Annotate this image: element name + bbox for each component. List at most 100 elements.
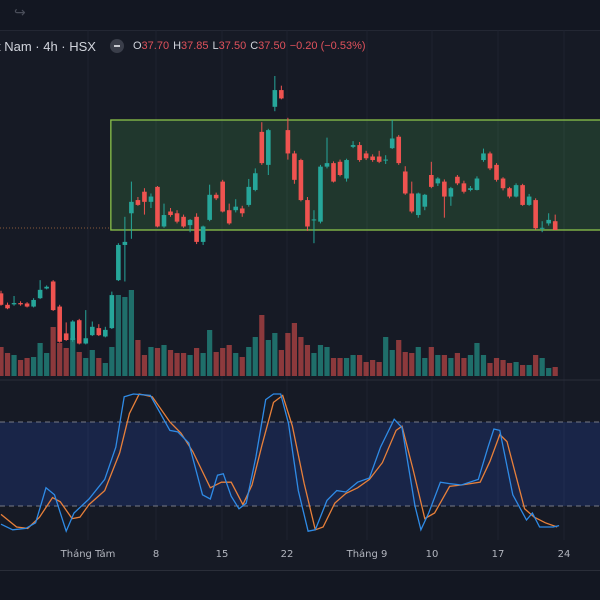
range-box <box>110 119 600 231</box>
volume-bar <box>383 337 389 376</box>
candle-body <box>402 171 408 194</box>
candle-body <box>533 200 538 229</box>
candle-body <box>539 227 545 229</box>
ohlc-close: C37.50 <box>250 40 286 52</box>
candle-body <box>50 281 56 311</box>
hide-indicator-icon[interactable] <box>109 39 124 53</box>
candle-body <box>239 208 245 214</box>
candle-body <box>285 130 291 154</box>
candle-body <box>357 145 362 161</box>
symbol-title[interactable]: t Nam · 4h · HSX <box>0 39 96 54</box>
candle-body <box>507 188 512 197</box>
volume-bar <box>233 353 239 376</box>
candle-body <box>350 145 356 147</box>
volume-bar <box>194 348 200 376</box>
volume-bar <box>226 345 232 376</box>
candle-body <box>474 178 480 190</box>
candle-body <box>226 210 232 224</box>
candle-body <box>168 211 173 216</box>
candle-body <box>272 90 278 107</box>
volume-bar <box>461 358 467 376</box>
volume-bar <box>396 340 402 376</box>
volume-bar <box>37 343 43 376</box>
volume-bar <box>200 353 206 376</box>
volume-bar <box>539 358 545 376</box>
volume-bar <box>135 340 141 376</box>
candle-body <box>213 194 219 199</box>
candle-body <box>37 289 43 299</box>
time-tick: Tháng 9 <box>346 549 388 560</box>
volume-bar <box>128 290 134 376</box>
volume-bar <box>435 355 441 376</box>
candle-body <box>331 163 336 182</box>
time-axis[interactable]: Tháng Tám 8 15 22 Tháng 9 10 17 24 <box>0 540 600 571</box>
ohlc-high: H37.85 <box>173 40 209 52</box>
candle-body <box>513 185 519 197</box>
candle-body <box>96 328 102 336</box>
volume-bar <box>428 347 434 376</box>
candle-body <box>429 175 434 187</box>
candle-body <box>109 295 115 329</box>
volume-bar <box>167 350 174 376</box>
volume-bar <box>480 355 487 376</box>
candle-body <box>259 131 265 164</box>
volume-bar <box>96 358 102 376</box>
ohlc-open: O37.70 <box>132 40 170 52</box>
candle-body <box>520 185 525 205</box>
volume-bar <box>448 358 454 376</box>
candle-body <box>376 156 382 162</box>
candle-body <box>233 206 239 211</box>
candle-body <box>337 161 343 175</box>
volume-bar <box>154 348 161 376</box>
volume-bar <box>44 353 50 376</box>
candle-body <box>266 130 271 165</box>
chart-canvas[interactable] <box>0 0 600 540</box>
volume-bar <box>122 297 128 376</box>
candle-body <box>526 196 532 205</box>
volume-bar <box>389 350 395 376</box>
ohlc-low: L37.50 <box>212 40 247 52</box>
volume-bar <box>552 367 558 376</box>
time-tick: 15 <box>215 549 229 560</box>
time-tick: 8 <box>152 549 160 560</box>
volume-bar <box>291 323 297 376</box>
volume-bar <box>415 347 421 376</box>
candle-body <box>455 176 460 184</box>
volume-bar <box>4 353 11 376</box>
volume-bar <box>272 333 278 376</box>
candle-body <box>83 338 89 344</box>
volume-bar <box>311 353 317 376</box>
volume-bar <box>441 355 447 376</box>
candle-body <box>63 333 69 340</box>
candle-body <box>11 303 17 305</box>
candle-body <box>344 160 349 179</box>
candle-body <box>76 320 82 344</box>
volume-bar <box>317 345 324 376</box>
candle-body <box>135 200 141 205</box>
volume-bar <box>259 315 265 376</box>
volume-bar <box>376 362 382 376</box>
volume-bar <box>213 352 219 376</box>
volume-bar <box>422 358 428 376</box>
volume-bar <box>265 340 271 376</box>
candle-body <box>187 219 193 226</box>
volume-bar <box>31 357 37 376</box>
volume-bar <box>350 355 356 376</box>
candle-body <box>500 178 506 189</box>
candle-body <box>305 200 310 227</box>
volume-bar <box>409 353 415 376</box>
volume-bar <box>252 337 258 376</box>
volume-bar <box>83 358 89 376</box>
volume-bar <box>370 360 376 376</box>
time-tick: Tháng Tám <box>60 549 116 560</box>
volume-bar <box>526 365 532 376</box>
volume-bar <box>337 358 343 376</box>
candle-body <box>181 216 186 227</box>
volume-bar <box>285 333 291 376</box>
volume-bar <box>474 343 480 376</box>
bottom-bar <box>0 571 600 600</box>
volume-bar <box>161 345 167 376</box>
volume-bar <box>520 365 526 376</box>
candle-body <box>200 226 206 242</box>
candle-body <box>18 303 23 305</box>
